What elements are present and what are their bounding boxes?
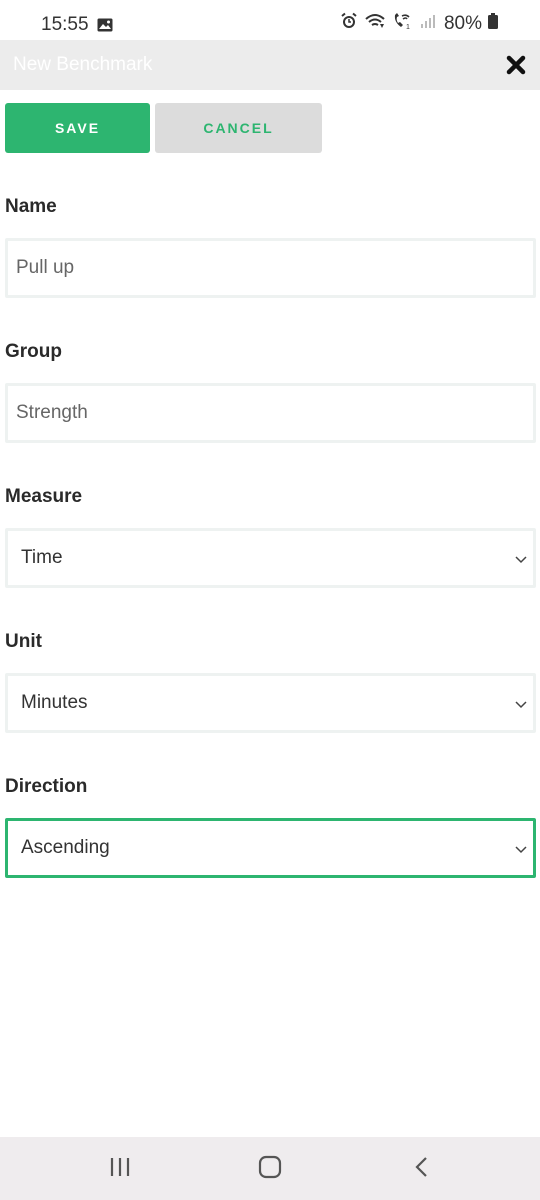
system-nav-bar bbox=[0, 1137, 540, 1200]
home-icon[interactable] bbox=[258, 1155, 282, 1184]
recent-apps-icon[interactable] bbox=[108, 1155, 132, 1184]
status-time: 15:55 bbox=[41, 14, 89, 35]
unit-label: Unit bbox=[5, 631, 42, 652]
save-button[interactable]: SAVE bbox=[5, 103, 150, 153]
battery-icon bbox=[488, 13, 498, 35]
battery-percent: 80% bbox=[443, 13, 482, 34]
app-header: New Benchmark bbox=[0, 40, 540, 90]
name-value: Pull up bbox=[16, 257, 75, 278]
status-icons: 1 80% bbox=[340, 12, 498, 36]
name-field[interactable]: Pull up bbox=[5, 238, 536, 298]
status-bar: 15:55 1 80% bbox=[0, 0, 540, 42]
unit-select[interactable]: Minutes bbox=[5, 673, 536, 733]
wifi-icon bbox=[364, 12, 386, 36]
wifi-call-icon: 1 bbox=[392, 12, 414, 36]
chevron-down-icon bbox=[515, 551, 527, 569]
unit-value: Minutes bbox=[21, 692, 88, 713]
back-icon[interactable] bbox=[410, 1155, 434, 1184]
name-label: Name bbox=[5, 196, 57, 217]
svg-text:1: 1 bbox=[406, 24, 410, 30]
chevron-down-icon bbox=[515, 841, 527, 859]
gallery-icon bbox=[97, 16, 113, 38]
direction-select[interactable]: Ascending bbox=[5, 818, 536, 878]
alarm-icon bbox=[340, 12, 358, 36]
chevron-down-icon bbox=[515, 696, 527, 714]
cancel-button[interactable]: CANCEL bbox=[155, 103, 322, 153]
page-title: New Benchmark bbox=[13, 54, 153, 75]
signal-icon bbox=[420, 13, 436, 35]
group-value: Strength bbox=[16, 402, 88, 423]
measure-value: Time bbox=[21, 547, 63, 568]
group-field[interactable]: Strength bbox=[5, 383, 536, 443]
direction-value: Ascending bbox=[21, 837, 110, 858]
direction-label: Direction bbox=[5, 776, 88, 797]
close-icon[interactable] bbox=[504, 53, 528, 77]
measure-label: Measure bbox=[5, 486, 83, 507]
group-label: Group bbox=[5, 341, 62, 362]
measure-select[interactable]: Time bbox=[5, 528, 536, 588]
